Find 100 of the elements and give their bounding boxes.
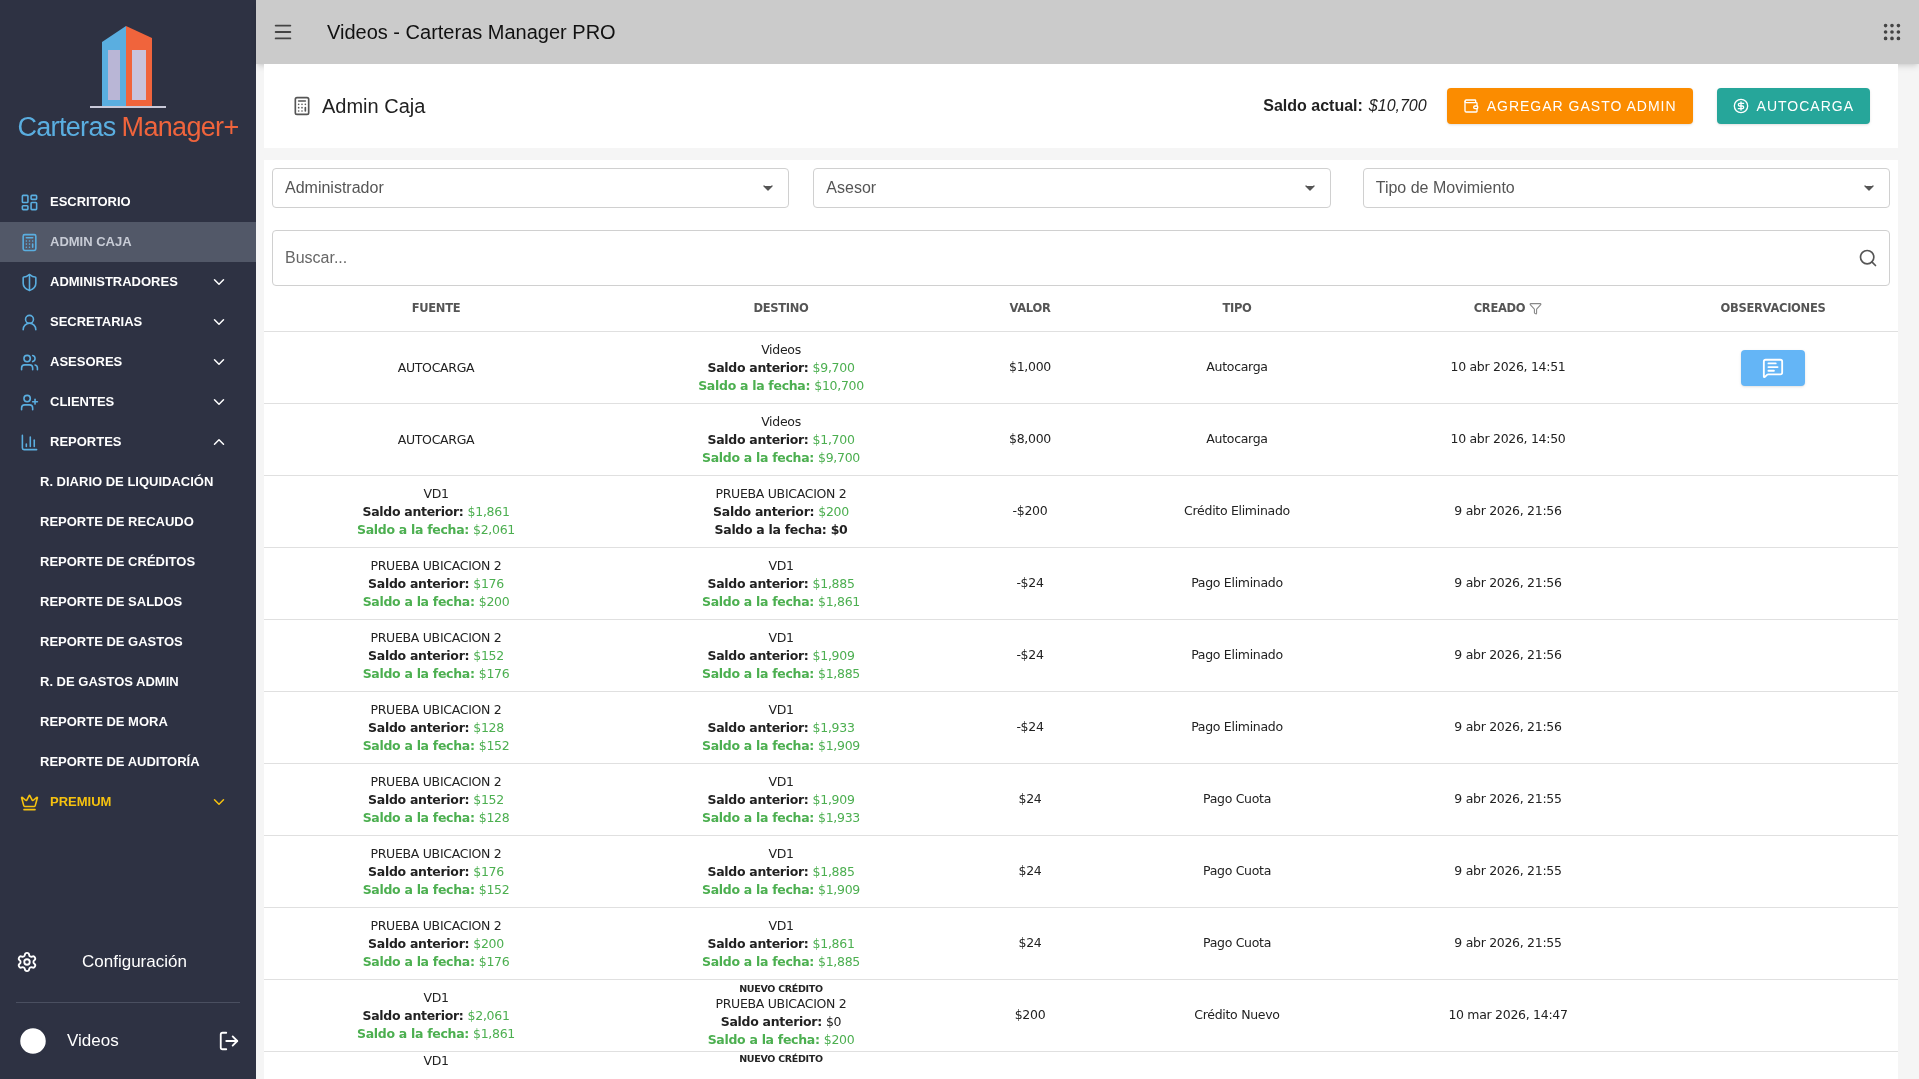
party-name: VD1	[768, 916, 794, 935]
party-name: VD1	[768, 772, 794, 791]
sidebar-item[interactable]: ADMINISTRADORES	[0, 262, 256, 302]
credit-tag: NUEVO CRÉDITO	[739, 982, 823, 995]
balance-text: Saldo a la fecha: $0	[714, 520, 848, 539]
submenu-item[interactable]: REPORTE DE MORA	[0, 702, 256, 742]
sidebar-item[interactable]: PREMIUM	[0, 782, 256, 822]
balance-value: $10,700	[1368, 96, 1427, 116]
submenu-item[interactable]: REPORTE DE RECAUDO	[0, 502, 256, 542]
menu-icon	[20, 792, 39, 812]
balance-text: Saldo a la fecha: $9,700	[701, 448, 860, 467]
amount-cell: -$24	[1016, 718, 1044, 737]
party-name: VD1	[768, 556, 794, 575]
balance-text: Saldo a la fecha: $200	[362, 592, 510, 611]
sidebar-item[interactable]: CLIENTES	[0, 382, 256, 422]
dropdown-field[interactable]: Asesor	[813, 168, 1331, 208]
amount-cell: $8,000	[1009, 430, 1051, 449]
submenu-item[interactable]: REPORTE DE GASTOS	[0, 622, 256, 662]
party-name: VD1	[768, 628, 794, 647]
search-field[interactable]: Buscar...	[272, 230, 1890, 286]
user-name: Videos	[67, 1030, 120, 1053]
party-name: VD1	[423, 988, 449, 1007]
balance-text: Saldo a la fecha: $152	[362, 736, 510, 755]
type-cell: Pago Eliminado	[1191, 646, 1283, 665]
submenu-item[interactable]: REPORTE DE CRÉDITOS	[0, 542, 256, 582]
date-cell: 10 mar 2026, 14:47	[1448, 1006, 1568, 1025]
column-header[interactable]: VALOR	[1009, 299, 1051, 318]
type-cell: Crédito Eliminado	[1184, 502, 1290, 521]
balance-text: Saldo anterior: $1,861	[362, 502, 510, 521]
column-header[interactable]: CREADO	[1473, 299, 1526, 318]
balance-text: Saldo anterior: $128	[368, 718, 504, 737]
date-cell: 9 abr 2026, 21:56	[1454, 502, 1562, 521]
balance-text: Saldo a la fecha: $2,061	[356, 520, 515, 539]
sidebar-item[interactable]: SECRETARIAS	[0, 302, 256, 342]
balance-text: Saldo anterior: $152	[368, 790, 504, 809]
menu-icon	[20, 272, 39, 292]
apps-grid-icon[interactable]	[1881, 21, 1903, 43]
sidebar-item[interactable]: ADMIN CAJA	[0, 222, 256, 262]
balance-label: Saldo actual:	[1263, 96, 1363, 116]
balance-text: Saldo anterior: $152	[368, 646, 504, 665]
date-cell: 9 abr 2026, 21:55	[1454, 862, 1562, 881]
column-header[interactable]: OBSERVACIONES	[1720, 299, 1826, 318]
column-header[interactable]: TIPO	[1222, 299, 1252, 318]
logout-icon[interactable]	[218, 1030, 240, 1052]
date-cell: 9 abr 2026, 21:56	[1454, 574, 1562, 593]
filter-icon[interactable]	[1529, 302, 1543, 315]
type-cell: Crédito Nuevo	[1194, 1006, 1280, 1025]
balance-text: Saldo a la fecha: $1,933	[701, 808, 860, 827]
column-header[interactable]: DESTINO	[753, 299, 809, 318]
amount-cell: -$200	[1012, 502, 1048, 521]
balance-text: Saldo anterior: $1,885	[707, 574, 855, 593]
submenu-item[interactable]: REPORTE DE SALDOS	[0, 582, 256, 622]
party-name: AUTOCARGA	[397, 430, 475, 449]
balance-text: Saldo anterior: $176	[368, 862, 504, 881]
balance-text: Saldo anterior: $2,061	[362, 1006, 510, 1025]
menu-icon	[20, 432, 39, 452]
submenu-item[interactable]: R. DE GASTOS ADMIN	[0, 662, 256, 702]
sidebar-item[interactable]: ASESORES	[0, 342, 256, 382]
balance-text: Saldo a la fecha: $176	[362, 952, 510, 971]
balance-text: Saldo a la fecha: $1,861	[356, 1024, 515, 1043]
balance-text: Saldo a la fecha: $1,885	[701, 664, 860, 683]
type-cell: Pago Eliminado	[1191, 574, 1283, 593]
menu-icon	[20, 192, 39, 212]
submenu-item[interactable]: R. DIARIO DE LIQUIDACIÓN	[0, 462, 256, 502]
amount-cell: $24	[1018, 862, 1042, 881]
menu-icon	[20, 232, 39, 252]
app-title: Videos - Carteras Manager PRO	[327, 20, 616, 45]
date-cell: 10 abr 2026, 14:50	[1450, 430, 1566, 449]
balance-text: Saldo anterior: $176	[368, 574, 504, 593]
balance-text: Saldo a la fecha: $1,909	[701, 880, 860, 899]
submenu-item[interactable]: REPORTE DE AUDITORÍA	[0, 742, 256, 782]
party-name: PRUEBA UBICACION 2	[370, 772, 502, 791]
settings-link[interactable]: Configuración	[82, 949, 187, 975]
balance-text: Saldo anterior: $9,700	[707, 358, 855, 377]
dropdown-field[interactable]: Tipo de Movimiento	[1362, 168, 1890, 208]
amount-cell: -$24	[1016, 574, 1044, 593]
menu-icon	[20, 312, 39, 332]
balance-text: Saldo anterior: $1,861	[707, 934, 855, 953]
balance-text: Saldo anterior: $0	[720, 1013, 842, 1031]
party-name: VD1	[423, 1052, 449, 1070]
balance-text: Saldo anterior: $200	[368, 934, 504, 953]
search-icon[interactable]	[1858, 248, 1878, 268]
party-name: PRUEBA UBICACION 2	[370, 556, 502, 575]
amount-cell: $1,000	[1009, 358, 1051, 377]
balance-text: Saldo a la fecha: $1,885	[701, 952, 860, 971]
balance-text: Saldo anterior: $200	[713, 502, 849, 521]
date-cell: 9 abr 2026, 21:56	[1454, 646, 1562, 665]
party-name: AUTOCARGA	[397, 358, 475, 377]
settings-icon[interactable]	[16, 951, 38, 973]
balance-text: Saldo a la fecha: $200	[707, 1031, 855, 1049]
sidebar-item[interactable]: ESCRITORIO	[0, 182, 256, 222]
dropdown-field[interactable]: Administrador	[272, 168, 790, 208]
column-header[interactable]: FUENTE	[411, 299, 461, 318]
type-cell: Pago Eliminado	[1191, 718, 1283, 737]
balance-text: Saldo anterior: $1,700	[707, 430, 855, 449]
balance-text: Saldo a la fecha: $1,861	[701, 592, 860, 611]
type-cell: Pago Cuota	[1202, 934, 1272, 953]
sidebar-item[interactable]: REPORTES	[0, 422, 256, 462]
date-cell: 10 abr 2026, 14:51	[1450, 358, 1566, 377]
party-name: PRUEBA UBICACION 2	[370, 700, 502, 719]
